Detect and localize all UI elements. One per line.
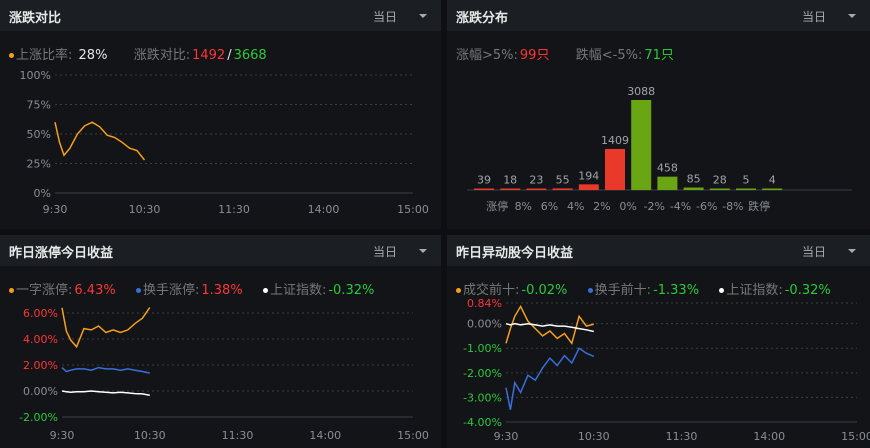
bar-value-label: 39 (477, 174, 491, 187)
bar (657, 176, 678, 190)
series-line (54, 121, 146, 161)
x-tick-label: 8% (515, 200, 532, 213)
limitup-return-chart: 6.00% 4.00% 2.00% 0.00% -2.00% 9:30 10:30 11:30… (19, 306, 429, 442)
y-tick-label: -3.00% (463, 391, 502, 404)
bar-value-label: 1409 (601, 134, 629, 147)
x-tick-label: 9:30 (494, 430, 519, 443)
series-line (505, 347, 595, 410)
y-tick-label: 2.00% (23, 359, 58, 372)
x-tick-label: 14:00 (309, 429, 341, 442)
series-line (61, 366, 150, 374)
panel-distribution: 涨跌分布 当日 涨幅>5%: 99只 跌幅<-5%: 71只 39 18 23 55 194… (447, 0, 870, 229)
y-tick-label: 0.84% (467, 297, 502, 310)
x-tick-label: 10:30 (129, 203, 161, 216)
y-tick-label: 75% (27, 99, 51, 112)
x-tick-label: 10:30 (578, 430, 610, 443)
x-tick-label: 2% (593, 200, 610, 213)
x-tick-label: 6% (541, 200, 558, 213)
bar (709, 188, 730, 190)
series-line (61, 306, 151, 349)
x-tick-label: 15:00 (841, 430, 870, 443)
bar-value-label: 458 (657, 162, 678, 175)
x-tick-label: -4% (670, 200, 691, 213)
x-tick-label: 0% (619, 200, 636, 213)
bar-value-label: 194 (578, 169, 599, 182)
bar-value-label: 3088 (627, 85, 655, 98)
y-tick-label: 50% (27, 128, 51, 141)
bar (605, 148, 625, 190)
bar-value-label: 28 (713, 174, 727, 187)
x-tick-label: 4% (567, 200, 584, 213)
panel-limitup-return: 昨日涨停今日收益 当日 一字涨停: 6.43% 换手涨停: 1.38% 上证指数: -… (0, 235, 441, 448)
x-tick-label: 跌停 (748, 199, 770, 213)
x-tick-label: 11:30 (222, 429, 254, 442)
bar-value-label: 18 (503, 174, 517, 187)
y-tick-label: 25% (27, 158, 51, 171)
panel-movers-return: 昨日异动股今日收益 当日 成交前十: -0.02% 换手前十: -1.33% 上证指… (447, 235, 870, 448)
x-tick-label: 11:30 (666, 430, 698, 443)
bar-value-label: 23 (529, 174, 543, 187)
bar (736, 188, 756, 190)
x-tick-label: -2% (644, 200, 665, 213)
bar (474, 188, 494, 190)
bar (631, 100, 652, 190)
x-tick-label: 9:30 (43, 203, 68, 216)
y-tick-label: -2.00% (463, 367, 502, 380)
y-tick-label: -1.00% (463, 342, 502, 355)
bar (552, 188, 573, 190)
x-tick-label: 涨停 (486, 199, 508, 213)
y-tick-label: 100% (20, 69, 51, 82)
distribution-chart: 39 18 23 55 194 1409 3088 458 85 28 5 4 涨停 8% 6% 4% 2% 0%… (467, 85, 852, 213)
y-tick-label: 0.00% (23, 385, 58, 398)
panel-updown-ratio: 涨跌对比 当日 上涨比率: 28% 涨跌对比: 1492/3668 100% 75%… (0, 0, 441, 229)
x-tick-label: 14:00 (308, 203, 340, 216)
movers-return-chart: 0.84% 0.00% -1.00% -2.00% -3.00% -4.00%9:30 10… (463, 297, 870, 443)
bar (683, 187, 704, 190)
x-tick-label: 15:00 (397, 203, 429, 216)
x-tick-label: 11:30 (218, 203, 250, 216)
x-tick-label: 15:00 (397, 429, 429, 442)
bar (500, 188, 521, 190)
y-tick-label: 0% (34, 187, 51, 200)
x-tick-label: -8% (722, 200, 743, 213)
bar-value-label: 85 (687, 173, 701, 186)
bar-value-label: 5 (743, 174, 750, 187)
y-tick-label: 6.00% (23, 307, 58, 320)
x-tick-label: 9:30 (50, 429, 75, 442)
updown-ratio-chart: 100% 75% 50% 25% 0% 9:30 10:30 11:30 14:00 15:00 (20, 69, 429, 216)
x-tick-label: 14:00 (753, 430, 785, 443)
bar (762, 188, 783, 190)
y-tick-label: 4.00% (23, 333, 58, 346)
x-tick-label: -6% (696, 200, 717, 213)
bar (526, 188, 547, 190)
bar-value-label: 55 (556, 173, 570, 186)
y-tick-label: -2.00% (19, 411, 58, 424)
x-tick-label: 10:30 (134, 429, 166, 442)
bar (578, 184, 599, 190)
bar-value-label: 4 (769, 174, 776, 187)
y-tick-label: -4.00% (463, 416, 502, 429)
y-tick-label: 0.00% (467, 318, 502, 331)
series-line (61, 390, 150, 396)
